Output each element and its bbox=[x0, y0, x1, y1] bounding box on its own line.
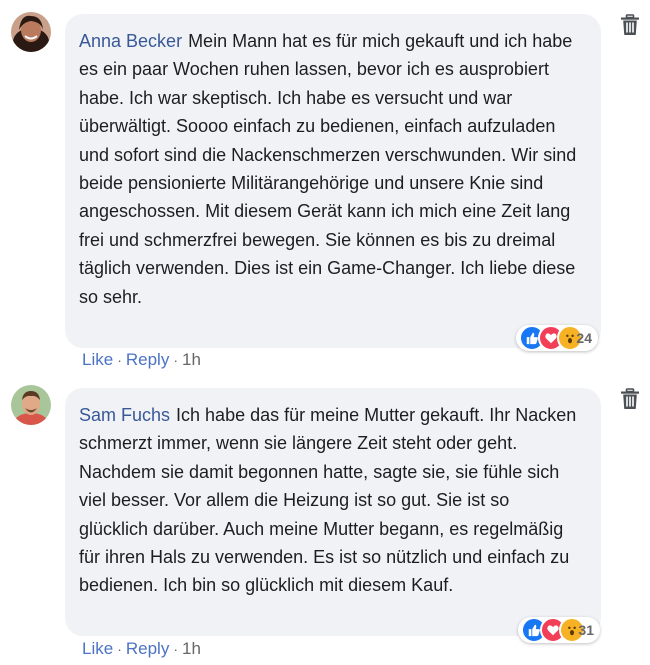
reaction-count: 31 bbox=[578, 622, 594, 638]
trash-icon[interactable] bbox=[620, 14, 640, 36]
separator: · bbox=[173, 641, 178, 657]
reply-link[interactable]: Reply bbox=[126, 350, 169, 370]
female-avatar-icon bbox=[11, 12, 51, 52]
trash-icon[interactable] bbox=[620, 388, 640, 410]
male-avatar-icon bbox=[11, 385, 51, 425]
comment-author[interactable]: Anna Becker bbox=[79, 31, 182, 51]
timestamp[interactable]: 1h bbox=[182, 639, 201, 659]
separator: · bbox=[173, 352, 178, 368]
avatar[interactable] bbox=[11, 385, 51, 425]
comment-text: Mein Mann hat es für mich gekauft und ic… bbox=[79, 31, 577, 307]
comment-actions: Like · Reply · 1h bbox=[82, 639, 201, 659]
separator: · bbox=[117, 352, 122, 368]
reaction-summary[interactable]: 24 bbox=[516, 325, 598, 351]
comment-bubble: Sam Fuchs Ich habe das für meine Mutter g… bbox=[65, 388, 601, 636]
separator: · bbox=[117, 641, 122, 657]
timestamp[interactable]: 1h bbox=[182, 350, 201, 370]
like-link[interactable]: Like bbox=[82, 350, 113, 370]
comment-actions: Like · Reply · 1h bbox=[82, 350, 201, 370]
reply-link[interactable]: Reply bbox=[126, 639, 169, 659]
avatar[interactable] bbox=[11, 12, 51, 52]
reaction-summary[interactable]: 31 bbox=[518, 617, 600, 643]
like-link[interactable]: Like bbox=[82, 639, 113, 659]
comment-text: Ich habe das für meine Mutter gekauft. I… bbox=[79, 405, 577, 596]
reaction-count: 24 bbox=[576, 330, 592, 346]
comment-bubble: Anna Becker Mein Mann hat es für mich gek… bbox=[65, 14, 601, 348]
comment-author[interactable]: Sam Fuchs bbox=[79, 405, 170, 425]
